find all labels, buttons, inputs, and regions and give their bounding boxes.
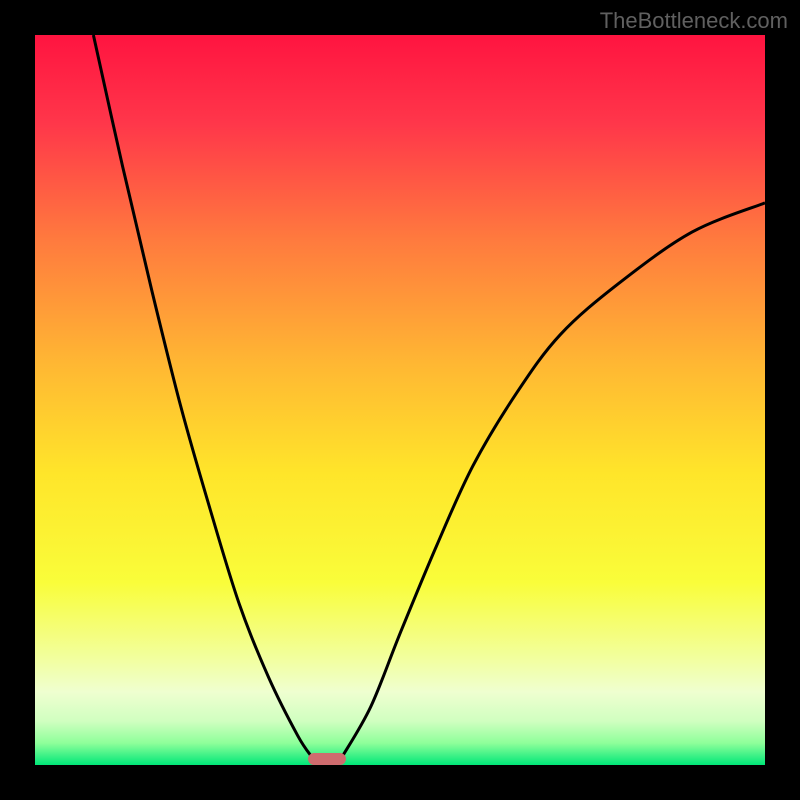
chart-svg [35,35,765,765]
gradient-background [35,35,765,765]
plot-area [35,35,765,765]
optimal-marker [308,753,346,765]
watermark-text: TheBottleneck.com [600,8,788,34]
